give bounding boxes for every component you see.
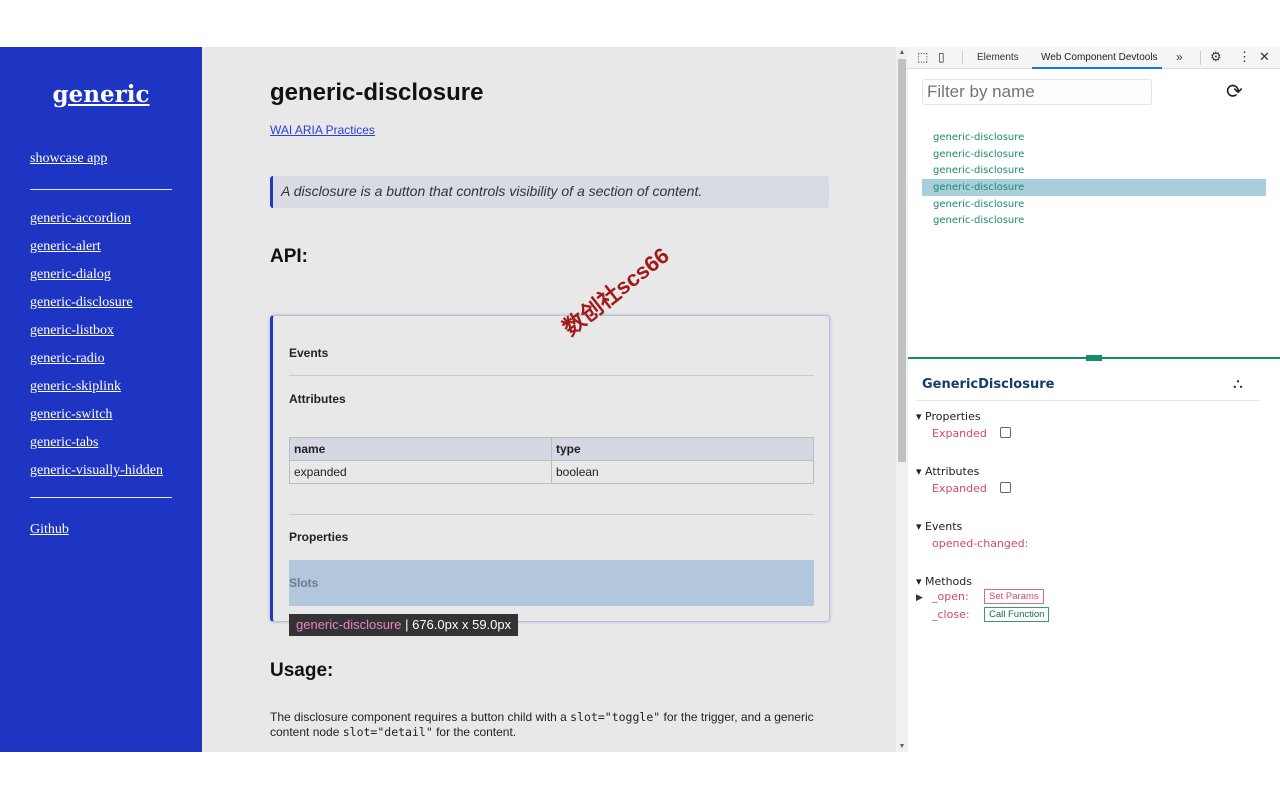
divider <box>289 514 814 515</box>
sidebar-item-alert[interactable]: generic-alert <box>30 239 101 255</box>
attributes-table: name type expanded boolean <box>289 437 814 484</box>
usage-paragraph: The disclosure component requires a butt… <box>270 710 830 740</box>
method-key-close: _close: <box>932 608 970 621</box>
description-text: A disclosure is a button that controls v… <box>281 183 703 199</box>
sidebar-item-dialog[interactable]: generic-dialog <box>30 267 111 283</box>
expand-caret-icon[interactable]: ▶ <box>916 592 923 603</box>
devtools-toolbar: ⬚ ▯ Elements Web Component Devtools » ⚙ … <box>908 47 1280 69</box>
attribute-key: Expanded <box>932 482 987 495</box>
tree-node[interactable]: generic-disclosure <box>922 212 1266 229</box>
sidebar-item-tabs[interactable]: generic-tabs <box>30 435 98 451</box>
tree-node[interactable]: generic-disclosure <box>922 146 1266 163</box>
selected-component-title: GenericDisclosure <box>922 377 1055 392</box>
close-icon[interactable]: ✕ <box>1259 49 1270 65</box>
hierarchy-icon[interactable]: ⛬ <box>1233 375 1243 392</box>
call-function-button[interactable]: Call Function <box>984 607 1050 622</box>
browser-viewport: generic showcase app generic-accordion g… <box>0 47 1280 752</box>
event-key: opened-changed: <box>932 537 1029 550</box>
main-content: generic-disclosure WAI ARIA Practices A … <box>202 47 896 752</box>
refresh-icon[interactable]: ⟳ <box>1226 79 1243 104</box>
attributes-group-toggle[interactable]: ▾ Attributes <box>916 465 979 478</box>
scroll-down-arrow-icon[interactable]: ▼ <box>896 743 908 750</box>
sidebar-item-disclosure[interactable]: generic-disclosure <box>30 295 133 311</box>
panel-splitter[interactable] <box>908 355 1280 361</box>
properties-heading: Properties <box>289 530 349 544</box>
divider <box>289 375 814 376</box>
settings-gear-icon[interactable]: ⚙ <box>1210 49 1222 65</box>
sidebar-item-radio[interactable]: generic-radio <box>30 351 105 367</box>
description-blockquote: A disclosure is a button that controls v… <box>270 176 829 208</box>
divider <box>916 400 1260 401</box>
wai-aria-link[interactable]: WAI ARIA Practices <box>270 123 375 137</box>
tree-node-selected[interactable]: generic-disclosure <box>922 179 1266 196</box>
sidebar-item-skiplink[interactable]: generic-skiplink <box>30 379 121 395</box>
github-link[interactable]: Github <box>30 522 69 538</box>
devtools-panel: ⬚ ▯ Elements Web Component Devtools » ⚙ … <box>908 47 1280 752</box>
tab-web-component-devtools[interactable]: Web Component Devtools <box>1041 52 1158 63</box>
code-snippet: slot="detail" <box>342 725 433 739</box>
api-panel: Events Attributes name type expanded boo… <box>270 315 830 622</box>
inspect-tooltip: generic-disclosure | 676.0px x 59.0px <box>289 614 519 636</box>
properties-group-toggle[interactable]: ▾ Properties <box>916 410 981 423</box>
sidebar-divider <box>30 189 172 190</box>
page-title: generic-disclosure <box>270 79 484 106</box>
active-tab-indicator <box>1032 67 1162 69</box>
sidebar-item-switch[interactable]: generic-switch <box>30 407 112 423</box>
usage-text: The disclosure component requires a butt… <box>270 710 571 724</box>
tooltip-dimensions: | 676.0px x 59.0px <box>401 617 512 632</box>
brand-link[interactable]: generic <box>0 81 202 108</box>
method-key-open: _open: <box>932 590 969 603</box>
table-header-row: name type <box>289 437 814 461</box>
component-tree: generic-disclosure generic-disclosure ge… <box>922 129 1266 229</box>
tab-elements[interactable]: Elements <box>977 52 1019 63</box>
tree-node[interactable]: generic-disclosure <box>922 162 1266 179</box>
tree-node[interactable]: generic-disclosure <box>922 196 1266 213</box>
toolbar-separator <box>962 51 963 65</box>
scrollbar-thumb[interactable] <box>898 59 906 462</box>
set-params-button[interactable]: Set Params <box>984 589 1044 604</box>
code-snippet: slot="toggle" <box>570 710 661 724</box>
more-tabs-button[interactable]: » <box>1176 50 1183 64</box>
usage-heading: Usage: <box>270 660 334 681</box>
events-heading: Events <box>289 346 329 360</box>
attributes-heading: Attributes <box>289 392 346 406</box>
attribute-checkbox[interactable] <box>1000 482 1011 493</box>
page-scrollbar[interactable]: ▲ ▼ <box>896 47 908 752</box>
column-header-type: type <box>551 437 814 461</box>
showcase-app-link[interactable]: showcase app <box>30 151 107 167</box>
api-heading: API: <box>270 246 308 267</box>
methods-group-toggle[interactable]: ▾ Methods <box>916 575 972 588</box>
property-checkbox[interactable] <box>1000 427 1011 438</box>
events-group-toggle[interactable]: ▾ Events <box>916 520 962 533</box>
scroll-up-arrow-icon[interactable]: ▲ <box>896 49 908 56</box>
more-options-icon[interactable]: ⋮ <box>1238 49 1251 65</box>
property-key: Expanded <box>932 427 987 440</box>
sidebar: generic showcase app generic-accordion g… <box>0 47 202 752</box>
slots-heading: Slots <box>289 576 319 590</box>
slots-highlight-overlay: Slots <box>289 560 814 606</box>
tooltip-tag: generic-disclosure <box>296 617 402 632</box>
toolbar-separator <box>1200 51 1201 65</box>
usage-text: for the content. <box>432 725 517 739</box>
filter-input[interactable] <box>922 79 1152 105</box>
sidebar-item-accordion[interactable]: generic-accordion <box>30 211 131 227</box>
inspect-element-icon[interactable]: ⬚ <box>917 50 928 64</box>
tree-node[interactable]: generic-disclosure <box>922 129 1266 146</box>
sidebar-divider <box>30 497 172 498</box>
table-cell: boolean <box>551 460 814 484</box>
column-header-name: name <box>289 437 552 461</box>
table-row: expanded boolean <box>289 460 814 484</box>
splitter-grip[interactable] <box>1086 355 1102 361</box>
device-toolbar-icon[interactable]: ▯ <box>938 50 945 64</box>
sidebar-item-visually-hidden[interactable]: generic-visually-hidden <box>30 463 163 479</box>
sidebar-item-listbox[interactable]: generic-listbox <box>30 323 114 339</box>
table-cell: expanded <box>289 460 552 484</box>
